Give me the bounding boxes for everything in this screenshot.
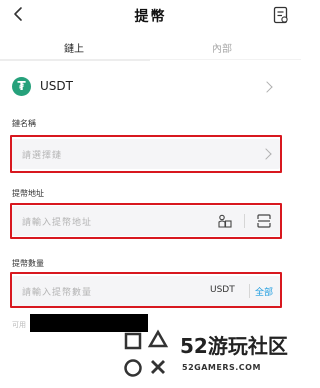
tab-divider (150, 59, 301, 60)
highlight-box-network (10, 135, 282, 173)
coin-symbol: USDT (40, 79, 73, 93)
playstation-symbols-icon (124, 329, 169, 377)
tether-icon: ₮ (12, 77, 31, 96)
chevron-right-icon (261, 81, 273, 93)
tab-bar: 鏈上 內部 (0, 34, 301, 62)
address-label: 提幣地址 (12, 189, 44, 198)
watermark-site: 52GAMERS.COM (182, 363, 261, 372)
amount-label: 提幣數量 (12, 259, 44, 268)
highlight-box-amount (10, 272, 282, 308)
tab-internal[interactable]: 內部 (212, 40, 232, 55)
available-label: 可用 (12, 321, 26, 329)
tab-active-indicator (0, 59, 150, 61)
top-bar: 提幣 (0, 0, 301, 30)
tab-onchain[interactable]: 鏈上 (64, 40, 84, 55)
highlight-box-address (10, 203, 282, 239)
network-label: 鏈名稱 (12, 119, 36, 128)
watermark-brand: 52游玩社区 (180, 334, 288, 358)
page-title: 提幣 (134, 9, 167, 25)
coin-selector[interactable]: ₮ USDT (0, 70, 301, 104)
withdraw-history-icon[interactable] (273, 6, 289, 24)
